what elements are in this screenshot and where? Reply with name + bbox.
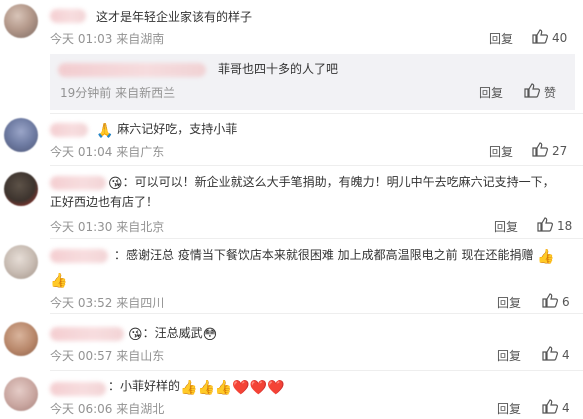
username-blurred[interactable]	[50, 123, 88, 137]
reply-button[interactable]: 回复	[497, 294, 521, 311]
thumbs-up-icon	[542, 399, 558, 417]
comment-meta: 今天 01:04 来自广东	[50, 143, 164, 160]
sub-reply-reply-button[interactable]: 回复	[479, 84, 503, 101]
reply-button[interactable]: 回复	[497, 347, 521, 364]
avatar[interactable]	[4, 118, 38, 152]
thumbs-up-icon	[542, 293, 558, 311]
username-blurred[interactable]	[58, 63, 206, 77]
flushed-face-emoji: 😳	[202, 327, 218, 343]
comment-text: ：小菲好样的👍👍👍❤️❤️❤️	[108, 376, 285, 396]
comment-location: 来自北京	[116, 220, 165, 234]
comment-text-body: 麻六记好吃，支持小菲	[117, 122, 238, 136]
comment-meta: 今天 03:52 来自四川	[50, 294, 164, 311]
like-count: 18	[557, 219, 573, 233]
comment-location: 来自广东	[116, 145, 165, 159]
comment-time: 今天 01:30	[50, 220, 113, 234]
comment-text-line1: ：可以可以！新企业就这么大手笔捐助，有魄力！明儿中午去吃麻六记支持一下，	[122, 175, 555, 189]
reply-button[interactable]: 回复	[489, 143, 513, 160]
sub-reply: 菲哥也四十多的人了吧 19分钟前 来自新西兰 回复 赞	[50, 54, 575, 110]
like-button[interactable]: 18	[537, 217, 572, 235]
thumbs-up-icon	[537, 217, 553, 235]
username-blurred[interactable]	[50, 249, 108, 263]
comment-time: 今天 06:06	[50, 402, 113, 416]
like-count: 27	[552, 144, 568, 158]
sub-reply-meta: 19分钟前 来自新西兰	[60, 84, 175, 101]
thumbs-up-icon	[532, 29, 548, 47]
comment-text: 🙏 麻六记好吃，支持小菲	[96, 119, 237, 139]
sub-reply-like-button[interactable]: 赞	[524, 83, 556, 101]
clap-hands-emoji: 🙏	[96, 123, 114, 139]
reply-button[interactable]: 回复	[494, 218, 518, 235]
comment-text-line1: ：感谢汪总 疫情当下餐饮店本来就很困难 加上成都高温限电之前 现在还能捐赠	[114, 248, 534, 262]
comment-item: ：感谢汪总 疫情当下餐饮店本来就很困难 加上成都高温限电之前 现在还能捐赠 👍 …	[0, 239, 583, 311]
comment-time: 今天 01:04	[50, 145, 113, 159]
comment-item: 😘：汪总威武😳 今天 00:57 来自山东 回复 4	[0, 314, 583, 370]
like-button[interactable]: 6	[542, 293, 570, 311]
username-blurred[interactable]	[50, 9, 86, 23]
thumbs-up-icon	[532, 142, 548, 160]
username-blurred[interactable]	[50, 176, 106, 190]
comment-text: 😘：可以可以！新企业就这么大手笔捐助，有魄力！明儿中午去吃麻六记支持一下，	[108, 172, 555, 192]
reply-button[interactable]: 回复	[489, 30, 513, 47]
comment-text-body: ：小菲好样的	[108, 379, 181, 393]
comment-location: 来自湖南	[116, 32, 165, 46]
comment-time: 今天 01:03	[50, 32, 113, 46]
like-button[interactable]: 4	[542, 399, 570, 417]
comment-time: 今天 03:52	[50, 296, 113, 310]
thumbs-up-emoji: 👍	[50, 273, 68, 289]
like-button[interactable]: 4	[542, 346, 570, 364]
comment-text: 😘：汪总威武😳	[128, 323, 217, 343]
avatar[interactable]	[4, 172, 38, 206]
reply-button[interactable]: 回复	[497, 400, 521, 417]
comment-item: 😘：可以可以！新企业就这么大手笔捐助，有魄力！明儿中午去吃麻六记支持一下， 正好…	[0, 166, 583, 238]
like-label: 赞	[544, 85, 557, 100]
sub-reply-location: 来自新西兰	[115, 86, 176, 100]
comment-text-body: ：汪总威武	[142, 326, 203, 340]
like-button[interactable]: 27	[532, 142, 567, 160]
thumbs-up-icon	[542, 346, 558, 364]
like-count: 4	[562, 348, 570, 362]
comment-location: 来自四川	[116, 296, 165, 310]
thumbs-up-icon	[524, 83, 540, 101]
like-count: 6	[562, 295, 570, 309]
avatar[interactable]	[4, 322, 38, 356]
avatar[interactable]	[4, 4, 38, 38]
sub-reply-text: 菲哥也四十多的人了吧	[218, 62, 339, 76]
comment-location: 来自山东	[116, 349, 165, 363]
like-count: 40	[552, 31, 568, 45]
comment-location: 来自湖北	[116, 402, 165, 416]
avatar[interactable]	[4, 245, 38, 279]
comment-text-line2: 正好西边也有店了！	[50, 195, 159, 209]
username-blurred[interactable]	[50, 327, 124, 341]
comment-item: 这才是年轻企业家该有的样子 今天 01:03 来自湖南 回复 40 菲哥也四十多…	[0, 0, 583, 110]
avatar[interactable]	[4, 377, 38, 411]
comment-meta: 今天 01:03 来自湖南	[50, 30, 164, 47]
comment-meta: 今天 06:06 来自湖北	[50, 400, 164, 417]
comment-time: 今天 00:57	[50, 349, 113, 363]
like-button[interactable]: 40	[532, 29, 567, 47]
comment-item: 🙏 麻六记好吃，支持小菲 今天 01:04 来自广东 回复 27	[0, 114, 583, 164]
comment-text-line2: 👍	[50, 269, 67, 289]
comment-item: ：小菲好样的👍👍👍❤️❤️❤️ 今天 06:06 来自湖北 回复 4	[0, 371, 583, 419]
comment-text: ：感谢汪总 疫情当下餐饮店本来就很困难 加上成都高温限电之前 现在还能捐赠 👍	[114, 245, 555, 265]
thumbs-hearts-emoji: 👍👍👍❤️❤️❤️	[180, 380, 285, 396]
comment-meta: 今天 01:30 来自北京	[50, 218, 164, 235]
username-blurred[interactable]	[50, 382, 106, 396]
kiss-face-badge-emoji: 😘	[108, 176, 123, 192]
thumbs-up-emoji: 👍	[537, 249, 555, 265]
sub-reply-time: 19分钟前	[60, 86, 112, 100]
like-count: 4	[562, 401, 570, 415]
comment-meta: 今天 00:57 来自山东	[50, 347, 164, 364]
comment-text: 这才是年轻企业家该有的样子	[96, 10, 253, 24]
kiss-face-badge-emoji: 😘	[128, 327, 143, 343]
